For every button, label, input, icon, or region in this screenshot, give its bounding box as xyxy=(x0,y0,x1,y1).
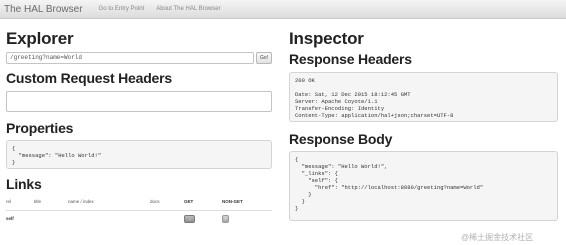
links-col-name: name / index xyxy=(68,199,150,211)
links-col-title: title xyxy=(34,199,68,211)
properties-json: { "message": "Hello World!" } xyxy=(6,140,272,169)
links-header-row: rel title name / index docs GET NON-GET xyxy=(6,199,272,211)
nav-link-about[interactable]: About The HAL Browser xyxy=(156,6,220,12)
explorer-panel: Explorer /greeting?name=World Go! Custom… xyxy=(6,29,272,227)
get-button[interactable]: → xyxy=(184,214,195,223)
response-body-content: { "message": "Hello World!", "_links": {… xyxy=(289,151,558,221)
navbar-brand[interactable]: The HAL Browser xyxy=(4,4,83,15)
links-col-non-get: NON-GET xyxy=(222,199,272,211)
inspector-title: Inspector xyxy=(289,29,364,48)
links-title: Links xyxy=(6,176,42,192)
explorer-title: Explorer xyxy=(6,29,74,48)
custom-headers-title: Custom Request Headers xyxy=(6,70,172,86)
inspector-panel: Inspector Response Headers 200 OK Date: … xyxy=(289,29,558,221)
links-col-get: GET xyxy=(184,199,222,211)
navbar: The HAL Browser Go to Entry Point About … xyxy=(0,0,566,19)
custom-headers-textarea[interactable] xyxy=(6,91,272,112)
link-title xyxy=(34,210,68,227)
links-table: rel title name / index docs GET NON-GET … xyxy=(6,199,272,227)
url-row: /greeting?name=World Go! xyxy=(6,52,272,64)
link-name xyxy=(68,210,150,227)
links-col-rel: rel xyxy=(6,199,34,211)
response-headers-content: 200 OK Date: Sat, 12 Dec 2015 18:12:45 G… xyxy=(289,72,558,122)
properties-title: Properties xyxy=(6,120,74,136)
response-headers-title: Response Headers xyxy=(289,51,412,67)
response-body-title: Response Body xyxy=(289,131,393,147)
link-rel: self xyxy=(6,216,14,222)
link-docs xyxy=(150,210,184,227)
nav-link-entry-point[interactable]: Go to Entry Point xyxy=(99,6,145,12)
non-get-button[interactable]: ! xyxy=(222,214,229,223)
go-button[interactable]: Go! xyxy=(256,52,272,64)
watermark: @稀土掘金技术社区 xyxy=(461,233,534,242)
url-input[interactable]: /greeting?name=World xyxy=(6,52,254,64)
table-row: self → ! xyxy=(6,210,272,227)
links-col-docs: docs xyxy=(150,199,184,211)
